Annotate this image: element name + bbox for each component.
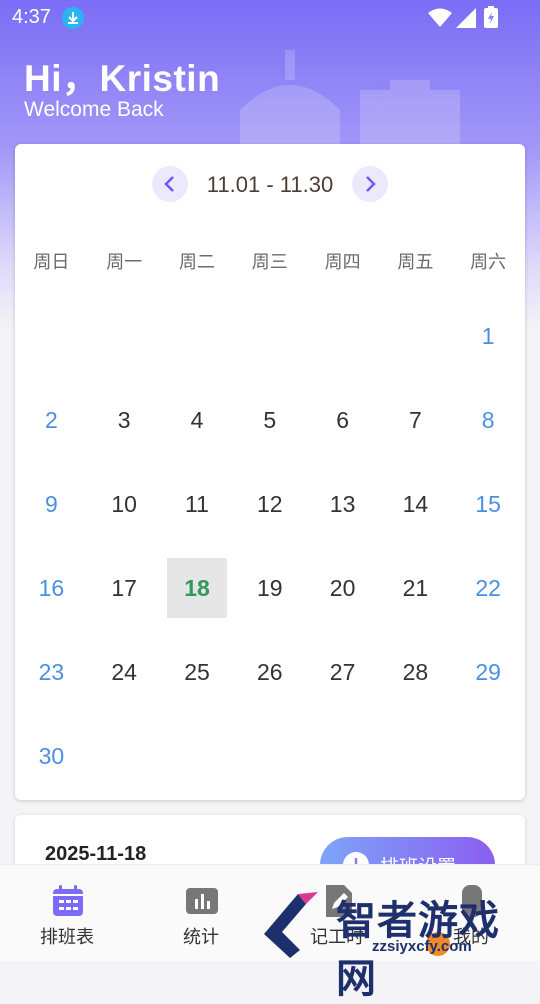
bar-chart-icon — [186, 888, 218, 914]
watermark-url: zzsiyxcfy.com — [372, 938, 472, 955]
calendar-day[interactable]: 29 — [452, 630, 525, 714]
calendar-day[interactable]: 17 — [88, 546, 161, 630]
calendar-day — [379, 294, 452, 378]
calendar-day — [88, 294, 161, 378]
prev-month-button[interactable] — [152, 166, 188, 202]
download-icon — [62, 7, 84, 29]
calendar-day[interactable]: 16 — [15, 546, 88, 630]
calendar-day — [15, 294, 88, 378]
calendar-day[interactable]: 15 — [452, 462, 525, 546]
calendar-day[interactable]: 25 — [161, 630, 234, 714]
weekday-label: 周五 — [397, 252, 434, 272]
calendar-day[interactable]: 4 — [161, 378, 234, 462]
calendar-day[interactable]: 21 — [379, 546, 452, 630]
calendar-day-selected[interactable]: 18 — [161, 546, 234, 630]
calendar-day[interactable]: 11 — [161, 462, 234, 546]
tab-label: 统计 — [183, 927, 219, 947]
calendar-day — [233, 714, 306, 798]
weekday-label: 周四 — [324, 252, 361, 272]
calendar-day[interactable]: 26 — [233, 630, 306, 714]
date-range: 11.01 - 11.30 — [206, 172, 334, 197]
welcome-subtitle: Welcome Back — [24, 98, 164, 121]
calendar-week: 9 10 11 12 13 14 15 — [15, 462, 525, 546]
calendar-day — [233, 294, 306, 378]
calendar-week: 30 — [15, 714, 525, 798]
calendar-day[interactable]: 23 — [15, 630, 88, 714]
weekday-label: 周六 — [470, 252, 507, 272]
weekday-label: 周一 — [106, 252, 143, 272]
calendar-day[interactable]: 5 — [233, 378, 306, 462]
calendar-week: 1 — [15, 294, 525, 378]
calendar-day[interactable]: 9 — [15, 462, 88, 546]
signal-icon — [456, 8, 476, 28]
calendar-day[interactable]: 14 — [379, 462, 452, 546]
calendar-grid: 1 2 3 4 5 6 7 8 9 10 11 12 13 14 15 16 1… — [15, 294, 525, 798]
calendar-day — [161, 294, 234, 378]
wifi-icon — [428, 8, 452, 27]
weekday-label: 周二 — [178, 252, 215, 272]
calendar-day[interactable]: 27 — [306, 630, 379, 714]
calendar-day[interactable]: 1 — [452, 294, 525, 378]
calendar-week: 23 24 25 26 27 28 29 — [15, 630, 525, 714]
status-time: 4:37 — [12, 6, 51, 28]
calendar-day[interactable]: 2 — [15, 378, 88, 462]
status-bar: 4:37 — [0, 0, 540, 36]
calendar-day[interactable]: 6 — [306, 378, 379, 462]
calendar-day — [161, 714, 234, 798]
weekday-label: 周日 — [33, 252, 70, 272]
chevron-left-icon — [164, 176, 174, 192]
calendar-day[interactable]: 13 — [306, 462, 379, 546]
calendar-day[interactable]: 3 — [88, 378, 161, 462]
calendar-day[interactable]: 8 — [452, 378, 525, 462]
calendar-day — [379, 714, 452, 798]
calendar-week: 16 17 18 19 20 21 22 — [15, 546, 525, 630]
calendar-day[interactable]: 10 — [88, 462, 161, 546]
chevron-right-icon — [366, 176, 376, 192]
selected-date: 2025-11-18 — [45, 843, 147, 865]
calendar-day[interactable]: 30 — [15, 714, 88, 798]
weekday-header: 周日 周一 周二 周三 周四 周五 周六 — [15, 248, 525, 272]
weekday-label: 周三 — [251, 252, 288, 272]
calendar-day — [88, 714, 161, 798]
tab-label: 排班表 — [40, 927, 94, 947]
calendar-day[interactable]: 24 — [88, 630, 161, 714]
calendar-day[interactable]: 19 — [233, 546, 306, 630]
calendar-card: 11.01 - 11.30 周日 周一 周二 周三 周四 周五 周六 1 2 3… — [15, 144, 525, 800]
calendar-week: 2 3 4 5 6 7 8 — [15, 378, 525, 462]
calendar-day[interactable]: 7 — [379, 378, 452, 462]
calendar-day[interactable]: 12 — [233, 462, 306, 546]
calendar-day[interactable]: 22 — [452, 546, 525, 630]
calendar-day — [306, 714, 379, 798]
calendar-day — [306, 294, 379, 378]
calendar-day — [452, 714, 525, 798]
calendar-day[interactable]: 20 — [306, 546, 379, 630]
calendar-icon — [53, 885, 83, 916]
next-month-button[interactable] — [352, 166, 388, 202]
battery-icon — [484, 6, 498, 28]
greeting-title: Hi，Kristin — [24, 58, 221, 99]
calendar-day[interactable]: 28 — [379, 630, 452, 714]
tab-schedule[interactable]: 排班表 — [17, 865, 117, 961]
tab-statistics[interactable]: 统计 — [151, 865, 251, 961]
